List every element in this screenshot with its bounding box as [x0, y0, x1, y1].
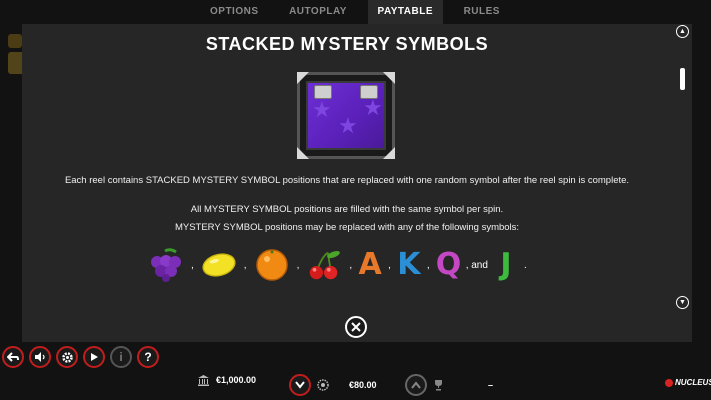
mystery-chest-icon: ★ ★ ★: [297, 72, 395, 159]
separator: ,: [243, 259, 247, 271]
bank-icon: [198, 375, 209, 386]
letter-a-icon: A: [358, 247, 382, 282]
tab-rules[interactable]: RULES: [454, 0, 510, 24]
letter-k-icon: K: [397, 247, 421, 282]
vertical-scrollbar[interactable]: ▲ ▼: [673, 24, 692, 314]
scroll-thumb[interactable]: [680, 68, 685, 90]
letter-q-icon: Q: [435, 247, 462, 282]
close-button[interactable]: [345, 316, 367, 338]
paytable-panel: STACKED MYSTERY SYMBOLS ★ ★ ★ Each reel …: [22, 24, 692, 342]
back-arrow-icon: [7, 352, 19, 362]
info-icon: i: [119, 350, 123, 364]
bet-control: €80.00: [289, 374, 377, 396]
tab-autoplay[interactable]: AUTOPLAY: [279, 0, 357, 24]
nucleus-logo: NUCLEUS: [665, 378, 711, 387]
paytable-content[interactable]: STACKED MYSTERY SYMBOLS ★ ★ ★ Each reel …: [22, 24, 672, 314]
tab-bar: OPTIONS AUTOPLAY PAYTABLE RULES: [180, 0, 530, 24]
balance-display: €1,000.00: [197, 374, 256, 386]
scroll-down-icon[interactable]: ▼: [676, 296, 689, 309]
close-icon: [351, 322, 361, 332]
letter-j-icon: J: [500, 247, 512, 282]
symbol-list: , , , , A , K , Q , and J .: [147, 246, 527, 284]
section-title: STACKED MYSTERY SYMBOLS: [205, 34, 489, 54]
grapes-icon: [147, 247, 185, 283]
trophy-icon: [435, 380, 442, 391]
bet-increase-button[interactable]: [405, 374, 427, 396]
help-button[interactable]: ?: [137, 346, 159, 368]
and-separator: , and: [465, 259, 488, 271]
chevron-up-icon: [411, 381, 421, 389]
coins-icon: [317, 379, 329, 391]
menu-icon-row: i ?: [2, 346, 159, 368]
description-paragraph-2: All MYSTERY SYMBOL positions are filled …: [190, 204, 504, 215]
lemon-icon: [200, 247, 238, 283]
win-display: –: [405, 374, 493, 396]
description-paragraph-1: Each reel contains STACKED MYSTERY SYMBO…: [64, 175, 630, 186]
separator: ,: [296, 259, 300, 271]
separator: ,: [426, 259, 430, 271]
back-button[interactable]: [2, 346, 24, 368]
win-value: –: [488, 380, 494, 390]
sound-button[interactable]: [29, 346, 51, 368]
chevron-down-icon: [295, 381, 305, 389]
separator: ,: [388, 259, 391, 271]
description-paragraph-3: MYSTERY SYMBOL positions may be replaced…: [174, 222, 520, 233]
footer-bar: €1,000.00 €80.00 –: [0, 370, 711, 400]
logo-mark-icon: [665, 378, 673, 387]
separator: ,: [349, 259, 353, 271]
bet-value: €80.00: [349, 380, 377, 390]
game-info-screen: OPTIONS AUTOPLAY PAYTABLE RULES STACKED …: [0, 0, 711, 400]
scroll-up-icon[interactable]: ▲: [676, 25, 689, 38]
speaker-icon: [35, 352, 45, 362]
separator: ,: [191, 259, 194, 271]
settings-button[interactable]: [56, 346, 78, 368]
play-button[interactable]: [83, 346, 105, 368]
cherries-icon: [305, 247, 343, 283]
gear-icon: [61, 351, 73, 363]
play-icon: [91, 353, 98, 361]
orange-icon: [253, 247, 291, 283]
list-end: .: [523, 259, 527, 271]
bet-decrease-button[interactable]: [289, 374, 311, 396]
info-button[interactable]: i: [110, 346, 132, 368]
tab-options[interactable]: OPTIONS: [200, 0, 269, 24]
balance-value: €1,000.00: [216, 375, 257, 385]
question-icon: ?: [144, 350, 152, 364]
tab-paytable[interactable]: PAYTABLE: [367, 0, 444, 24]
